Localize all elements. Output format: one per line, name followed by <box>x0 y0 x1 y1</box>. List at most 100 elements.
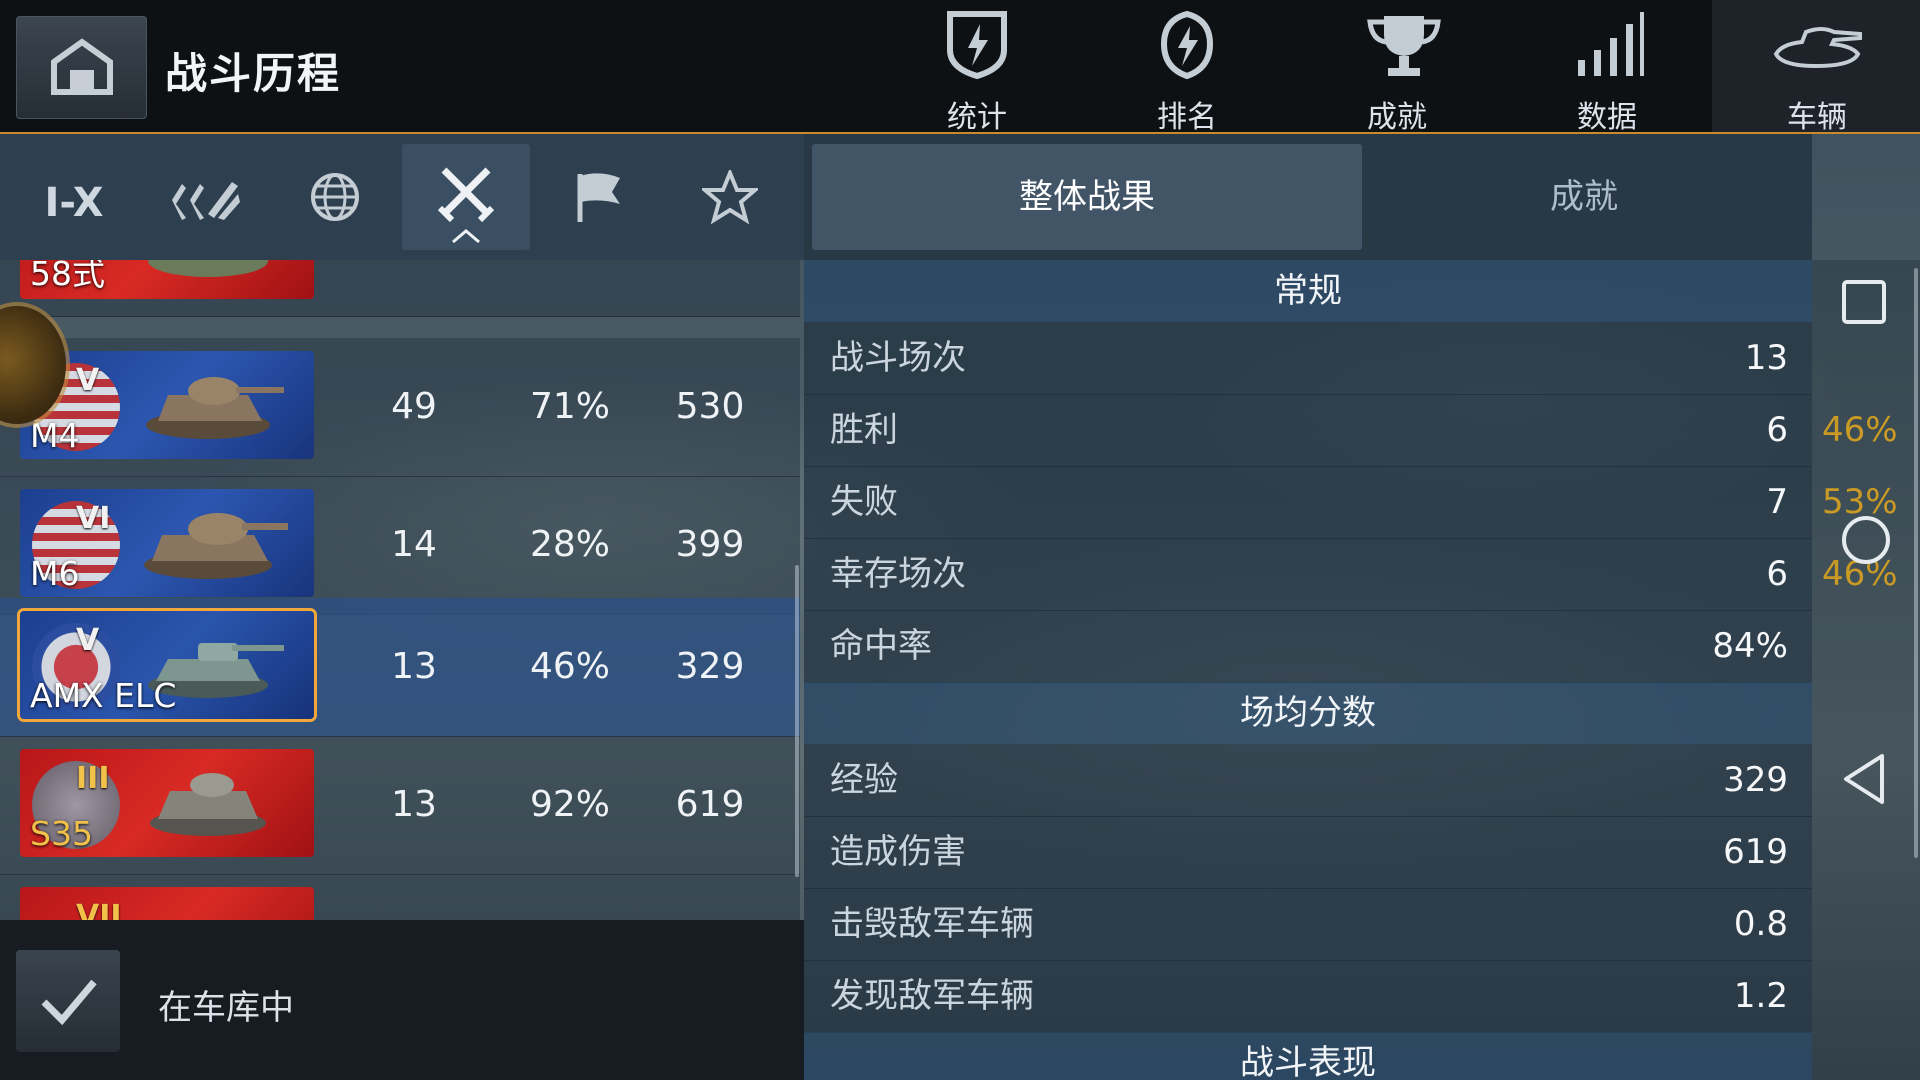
garage-filter-area: 在车库中 <box>0 920 804 1080</box>
vehicle-list[interactable]: 58式 56 54% 437 V M4 49 71% 530 VI M6 14 … <box>0 260 804 920</box>
vehicle-battles: 56 <box>354 260 474 316</box>
stats-scrollbar[interactable] <box>1914 268 1918 858</box>
recent-apps-icon[interactable] <box>1840 278 1888 326</box>
badge-bolt-icon <box>1160 10 1214 80</box>
crossed-swords-icon <box>438 167 494 223</box>
stat-row: 击毁敌军车辆 0.8 <box>804 888 1812 961</box>
section-title-performance: 战斗表现 <box>804 1032 1812 1080</box>
stat-row: 幸存场次 6 <box>804 538 1812 611</box>
shield-bolt-icon <box>947 11 1007 80</box>
nav-tab-label: 车辆 <box>1787 100 1847 135</box>
vehicle-card: 58式 <box>20 260 314 299</box>
tab-achievements[interactable]: 成就 <box>1364 144 1804 250</box>
nav-tab-vehicles[interactable]: 车辆 <box>1712 0 1920 135</box>
nav-tab-label: 排名 <box>1157 100 1217 135</box>
stat-value: 619 <box>1723 832 1788 872</box>
nav-tab-statistics[interactable]: 统计 <box>872 0 1082 135</box>
bar-signal-icon <box>1578 12 1644 76</box>
star-icon <box>702 170 758 224</box>
vehicle-tier: III <box>76 761 110 796</box>
vehicle-tier: VII <box>76 899 122 920</box>
vehicle-battles: 13 <box>391 784 437 825</box>
in-garage-checkbox[interactable] <box>16 950 120 1052</box>
vehicle-row[interactable]: V M4 49 71% 530 <box>0 338 800 477</box>
chevron-up-icon <box>452 229 480 244</box>
tank-class-filter[interactable] <box>140 144 268 250</box>
stat-row: 造成伤害 619 <box>804 816 1812 889</box>
tank-image <box>148 260 268 277</box>
vehicle-tier: V <box>76 363 100 398</box>
tank-icon <box>1773 27 1862 69</box>
section-title-general: 常规 <box>804 260 1812 322</box>
stat-label: 战斗场次 <box>830 338 966 378</box>
vehicle-name: 58式 <box>30 260 105 293</box>
home-circle-icon[interactable] <box>1840 514 1892 566</box>
stat-value: 6 <box>1766 554 1788 594</box>
garage-home-button[interactable] <box>16 16 147 119</box>
vehicle-avg-damage: 619 <box>675 784 745 825</box>
stat-value: 7 <box>1766 482 1788 522</box>
nav-tab-data[interactable]: 数据 <box>1502 0 1712 135</box>
stat-label: 胜利 <box>830 410 898 450</box>
vehicle-avg-damage: 329 <box>675 646 745 687</box>
trophy-icon <box>1367 16 1441 76</box>
vehicle-battles: 49 <box>391 386 437 427</box>
vehicle-row-selected[interactable]: V AMX ELC 13 46% 329 <box>0 598 800 737</box>
page-title: 战斗历程 <box>165 49 342 98</box>
nav-tab-achievements[interactable]: 成就 <box>1292 0 1502 135</box>
vehicle-winrate: 28% <box>529 524 610 565</box>
vehicle-row[interactable]: VII <box>0 874 800 920</box>
vehicle-filter-bar: I-X <box>0 134 804 260</box>
globe-icon <box>311 173 359 221</box>
vehicle-name: M4 <box>30 416 80 455</box>
stat-label: 造成伤害 <box>830 832 966 872</box>
stat-row: 发现敌军车辆 1.2 <box>804 960 1812 1033</box>
vehicle-row[interactable]: VI M6 14 28% 399 <box>0 476 800 615</box>
nation-filter[interactable] <box>270 144 398 250</box>
vehicle-tier: VI <box>76 501 111 536</box>
back-triangle-icon[interactable] <box>1840 752 1888 806</box>
stat-value: 0.8 <box>1733 904 1788 944</box>
vehicle-name: M6 <box>30 554 80 593</box>
stat-row: 经验 329 <box>804 744 1812 817</box>
tab-overall-results[interactable]: 整体战果 <box>812 144 1362 250</box>
vehicle-avg-damage: 399 <box>675 524 745 565</box>
vehicle-winrate: 54% <box>510 260 630 316</box>
vehicle-avg-damage: 530 <box>675 386 745 427</box>
result-tabs: 整体战果 成就 <box>804 134 1812 260</box>
stat-row: 战斗场次 13 <box>804 322 1812 395</box>
checkmark-icon <box>41 979 97 1026</box>
vehicle-card: III S35 <box>20 749 314 857</box>
tier-filter-label: I-X <box>44 180 104 226</box>
stats-panel: 常规 战斗场次 13 胜利 6 失败 7 幸存场次 6 命中率 84% 场均分数… <box>804 260 1812 1080</box>
stat-label: 失败 <box>830 482 898 522</box>
percentage-column: 46% 53% 46% <box>1812 260 1920 1080</box>
list-scrollbar[interactable] <box>795 565 799 877</box>
vehicle-card: V AMX ELC <box>20 611 314 719</box>
win-percentage: 46% <box>1822 410 1898 450</box>
hangar-icon <box>51 38 113 95</box>
vehicle-winrate: 92% <box>529 784 610 825</box>
tank-image <box>146 377 284 439</box>
vehicle-row[interactable]: 58式 56 54% 437 <box>0 260 800 317</box>
vehicle-battles: 14 <box>391 524 437 565</box>
nav-tab-ranking[interactable]: 排名 <box>1082 0 1292 135</box>
mode-filter[interactable] <box>534 144 662 250</box>
stat-value: 329 <box>1723 760 1788 800</box>
battle-type-filter[interactable] <box>402 144 530 250</box>
tier-filter[interactable]: I-X <box>10 144 138 250</box>
section-title-average: 场均分数 <box>804 682 1812 744</box>
nav-tab-label: 统计 <box>947 100 1007 135</box>
stat-label: 幸存场次 <box>830 554 966 594</box>
tank-class-icon <box>172 182 240 220</box>
vehicle-winrate: 46% <box>529 646 610 687</box>
vehicle-row[interactable]: III S35 13 92% 619 <box>0 736 800 875</box>
stat-row: 胜利 6 <box>804 394 1812 467</box>
stat-label: 击毁敌军车辆 <box>830 904 1034 944</box>
stat-label: 命中率 <box>830 626 932 666</box>
in-garage-label: 在车库中 <box>158 988 294 1028</box>
nav-tab-label: 成就 <box>1367 100 1427 135</box>
stat-value: 13 <box>1744 338 1788 378</box>
favorites-filter[interactable] <box>666 144 794 250</box>
tank-image <box>150 773 266 836</box>
